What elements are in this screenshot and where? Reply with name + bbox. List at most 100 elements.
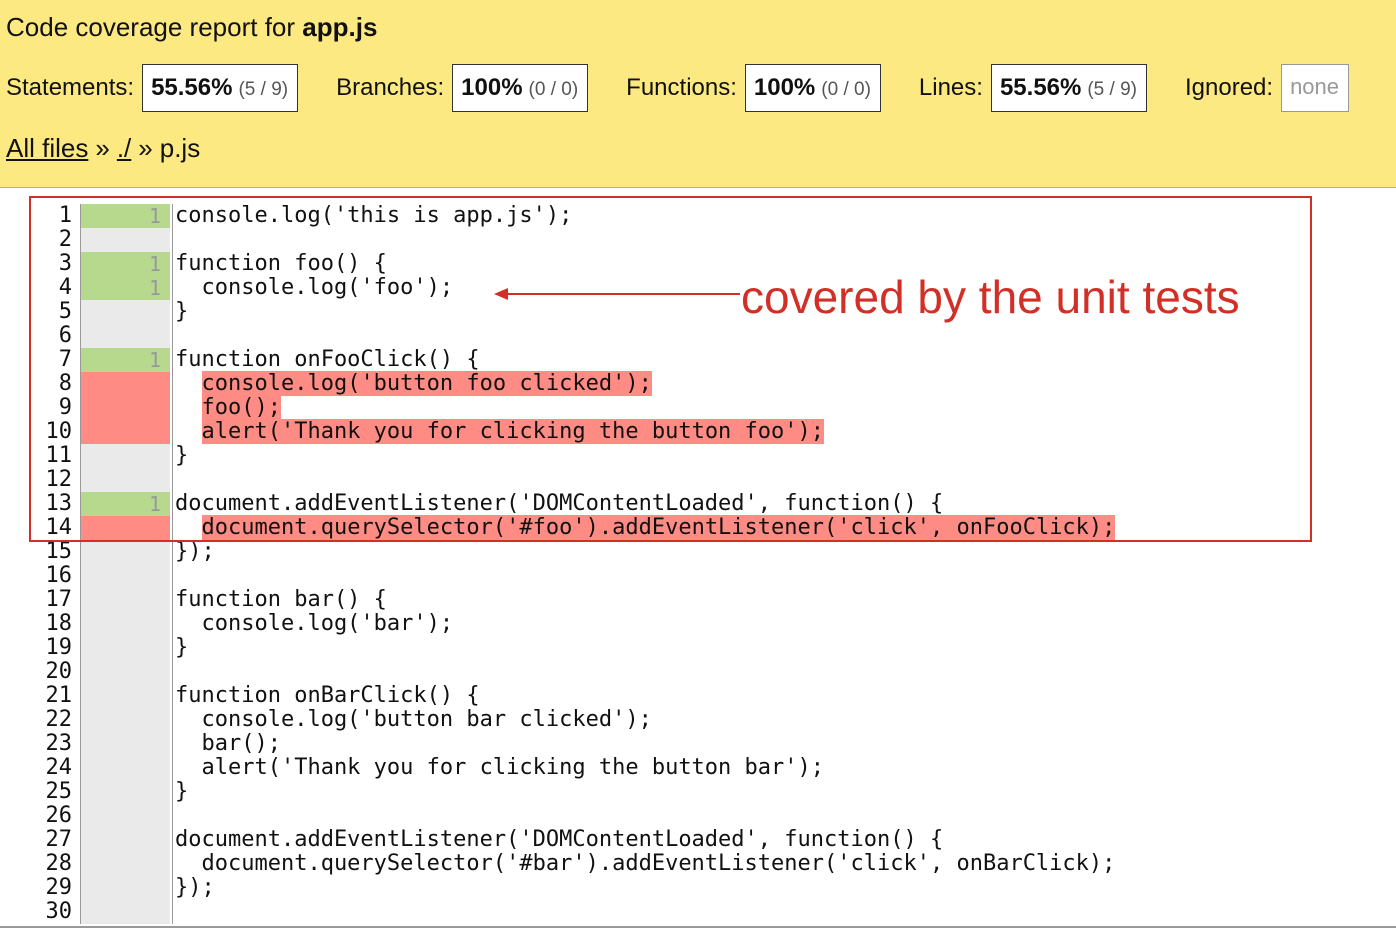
line-number[interactable]: 27 xyxy=(0,828,73,852)
line-number[interactable]: 25 xyxy=(0,780,73,804)
line-number[interactable]: 17 xyxy=(0,588,73,612)
hit-count xyxy=(80,516,170,540)
source-code: document.addEventListener('DOMContentLoa… xyxy=(175,827,944,852)
gutter-divider xyxy=(80,876,81,900)
gutter-divider xyxy=(172,804,173,828)
line-number[interactable]: 9 xyxy=(0,396,72,420)
code-line: 21 function onBarClick() { xyxy=(0,684,1396,708)
hit-count xyxy=(80,324,170,348)
line-number[interactable]: 28 xyxy=(0,852,73,876)
line-number[interactable]: 30 xyxy=(0,900,73,924)
code-line: 13 1 document.addEventListener('DOMContent… xyxy=(0,492,1396,516)
breadcrumb-all-files-link[interactable]: All files xyxy=(6,133,88,163)
line-number[interactable]: 8 xyxy=(0,372,72,396)
code-line: 8 console.log('button foo clicked'); xyxy=(0,371,1396,396)
code-line: 22 console.log('button bar clicked'); xyxy=(0,708,1396,732)
page-title: Code coverage report for app.js xyxy=(6,12,377,43)
gutter-divider xyxy=(80,396,81,420)
code-line: 15}); xyxy=(0,540,1396,564)
line-number[interactable]: 26 xyxy=(0,804,73,828)
line-number[interactable]: 3 xyxy=(0,252,72,276)
stat-value-box: 55.56% (5 / 9) xyxy=(142,64,299,112)
gutter-divider xyxy=(172,876,173,900)
hit-count xyxy=(80,372,170,396)
line-number[interactable]: 24 xyxy=(0,756,73,780)
code-line: 25} xyxy=(0,780,1396,804)
stat-functions: Functions: 100% (0 / 0) xyxy=(626,64,881,112)
line-number[interactable]: 2 xyxy=(0,228,72,252)
gutter-divider xyxy=(80,348,81,372)
code-line: 17 function bar() { xyxy=(0,588,1396,612)
annotation-arrow-icon xyxy=(494,288,740,300)
line-number[interactable]: 18 xyxy=(0,612,73,636)
code-line: 2 xyxy=(0,228,1396,252)
code-line: 29}); xyxy=(0,876,1396,900)
source-code: document.addEventListener('DOMContentLoa… xyxy=(175,491,944,516)
line-number[interactable]: 29 xyxy=(0,876,73,900)
gutter-divider xyxy=(80,564,81,588)
hit-count: 1 xyxy=(80,492,170,516)
line-number[interactable]: 20 xyxy=(0,660,73,684)
line-number[interactable]: 4 xyxy=(0,276,72,300)
line-number[interactable]: 23 xyxy=(0,732,73,756)
line-number[interactable]: 6 xyxy=(0,324,72,348)
breadcrumb-current-file: p.js xyxy=(159,133,201,163)
code-line: 28 document.querySelector('#bar').addEve… xyxy=(0,852,1396,876)
gutter-divider xyxy=(172,516,173,540)
line-number[interactable]: 14 xyxy=(0,516,73,540)
line-number[interactable]: 1 xyxy=(0,204,72,228)
hit-count xyxy=(80,228,170,252)
title-file: app.js xyxy=(302,12,378,42)
source-code: function onBarClick() { xyxy=(175,683,480,708)
stat-statements: Statements: 55.56% (5 / 9) xyxy=(6,64,299,112)
gutter-divider xyxy=(172,300,173,324)
gutter-divider xyxy=(80,540,81,564)
stat-value-box: 100% (0 / 0) xyxy=(744,64,881,112)
hit-count xyxy=(80,708,170,732)
line-number[interactable]: 21 xyxy=(0,684,73,708)
gutter-divider xyxy=(80,660,81,684)
code-line: 18 console.log('bar'); xyxy=(0,612,1396,636)
code-line: 1 1 console.log('this is app.js'); xyxy=(0,204,1396,228)
gutter-divider xyxy=(172,564,173,588)
line-number[interactable]: 10 xyxy=(0,420,73,444)
line-number[interactable]: 12 xyxy=(0,468,73,492)
source-code: console.log('bar'); xyxy=(175,611,454,636)
line-number[interactable]: 22 xyxy=(0,708,73,732)
source-code: } xyxy=(175,779,189,804)
hit-count xyxy=(80,876,170,900)
breadcrumb-dir-link[interactable]: ./ xyxy=(117,133,131,163)
hit-count xyxy=(80,780,170,804)
gutter-divider xyxy=(80,588,81,612)
gutter-divider xyxy=(80,804,81,828)
gutter-divider xyxy=(80,684,81,708)
line-number[interactable]: 7 xyxy=(0,348,72,372)
breadcrumb: All files» ./» p.js xyxy=(6,133,200,164)
gutter-divider xyxy=(80,204,81,228)
line-number[interactable]: 19 xyxy=(0,636,73,660)
gutter-divider xyxy=(172,612,173,636)
line-number[interactable]: 11 xyxy=(0,444,73,468)
hit-count: 1 xyxy=(80,252,170,276)
code-line: 7 1 function onFooClick() { xyxy=(0,348,1396,372)
line-number[interactable]: 15 xyxy=(0,540,73,564)
code-line: 24 alert('Thank you for clicking the but… xyxy=(0,756,1396,780)
code-line: 16 xyxy=(0,564,1396,588)
gutter-divider xyxy=(172,732,173,756)
hit-count xyxy=(80,684,170,708)
gutter-divider xyxy=(172,252,173,276)
source-code: } xyxy=(175,443,189,468)
hit-count xyxy=(80,612,170,636)
code-line: 23 bar(); xyxy=(0,732,1396,756)
gutter-divider xyxy=(80,612,81,636)
line-number[interactable]: 5 xyxy=(0,300,72,324)
gutter-divider xyxy=(172,828,173,852)
line-number[interactable]: 13 xyxy=(0,492,73,516)
line-number[interactable]: 16 xyxy=(0,564,73,588)
coverage-header: Code coverage report for app.js Statemen… xyxy=(0,0,1396,188)
gutter-divider xyxy=(80,228,81,252)
gutter-divider xyxy=(172,444,173,468)
stat-fraction: (0 / 0) xyxy=(821,79,871,100)
stat-label: Branches: xyxy=(336,74,445,101)
